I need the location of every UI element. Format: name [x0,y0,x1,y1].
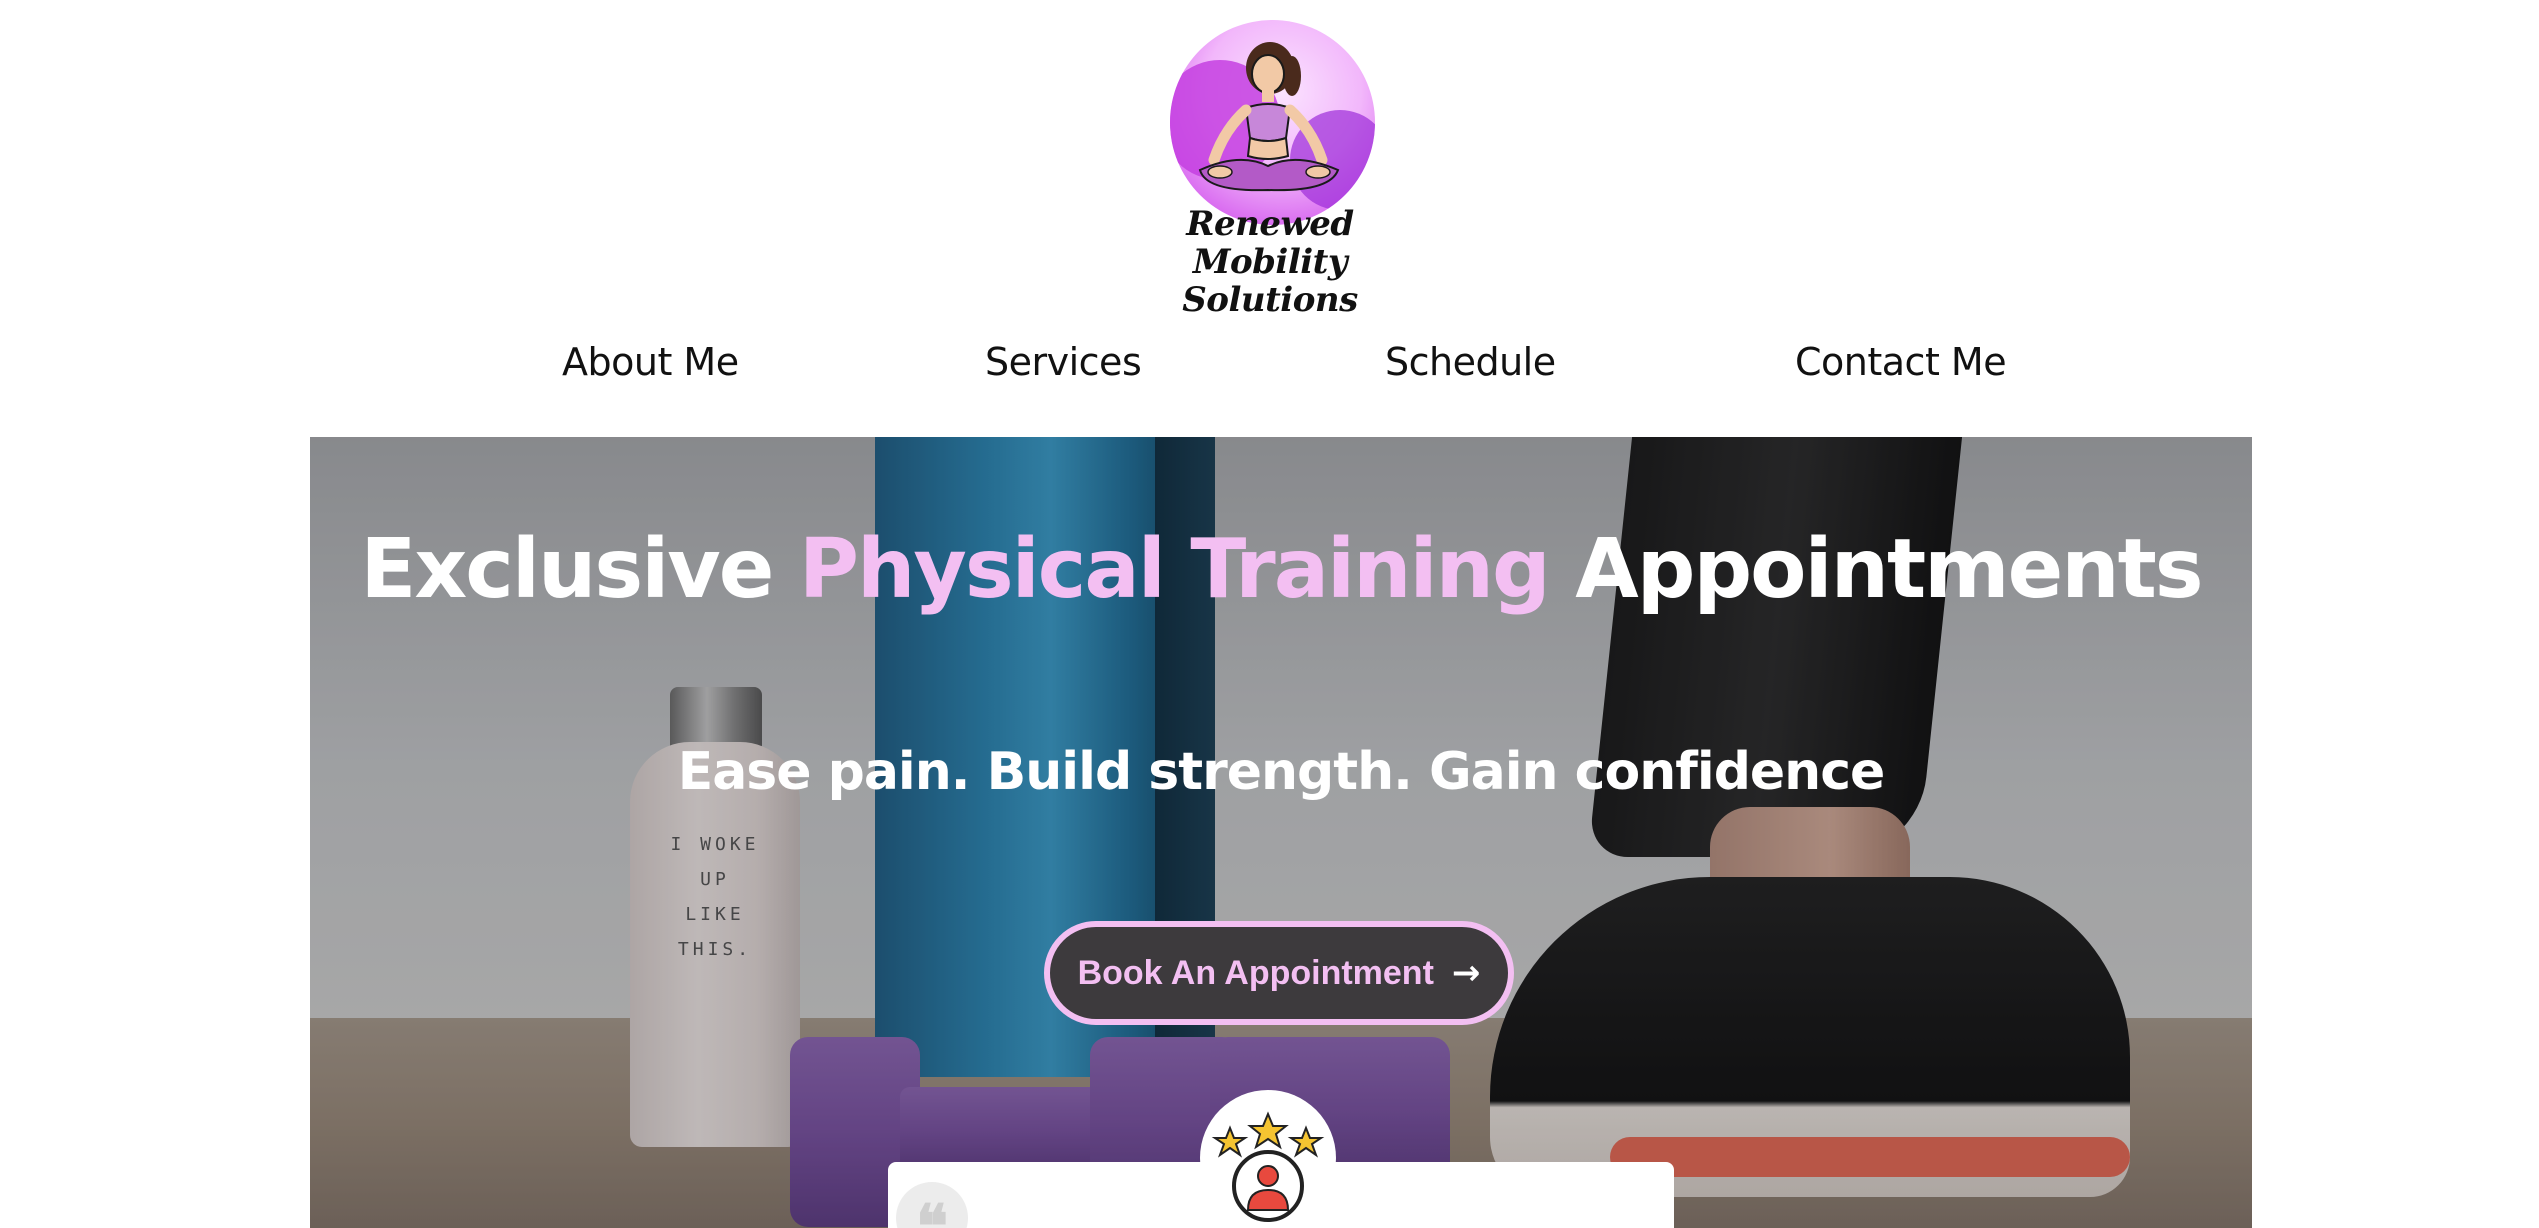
nav-link-about-me[interactable]: About Me [562,340,739,384]
nav-link-schedule[interactable]: Schedule [1385,340,1556,384]
site-logo[interactable]: Renewed Mobility Solutions [1140,20,1400,319]
logo-text-line1: Renewed Mobility [1186,204,1354,282]
hero-subtitle: Ease pain. Build strength. Gain confiden… [677,742,1886,802]
page: Renewed Mobility Solutions About Me Serv… [0,0,2539,1228]
hero-title: Exclusive Physical Training Appointments [310,522,2252,617]
main-nav: About Me Services Schedule Contact Me [0,340,2539,400]
nav-link-services[interactable]: Services [985,340,1142,384]
quote-icon: ❝ [896,1182,968,1228]
hero-banner: I WOKE UP LIKE THIS. Exclusive Physical … [310,437,2252,1228]
star-rating-user-icon [1200,1090,1336,1226]
star-rating-user-icon-svg [1211,1111,1325,1222]
yoga-figure-icon [1198,42,1340,192]
nav-link-contact-me[interactable]: Contact Me [1795,340,2007,384]
arrow-right-icon: → [1451,953,1481,993]
hero-title-accent: Physical Training [798,522,1551,617]
logo-text: Renewed Mobility Solutions [1140,205,1400,319]
logo-text-line2: Solutions [1182,280,1358,320]
book-appointment-label: Book An Appointment [1077,953,1434,992]
hero-title-part1: Exclusive [360,522,799,617]
book-appointment-button[interactable]: Book An Appointment → [1044,921,1514,1025]
hero-title-part2: Appointments [1548,522,2203,617]
